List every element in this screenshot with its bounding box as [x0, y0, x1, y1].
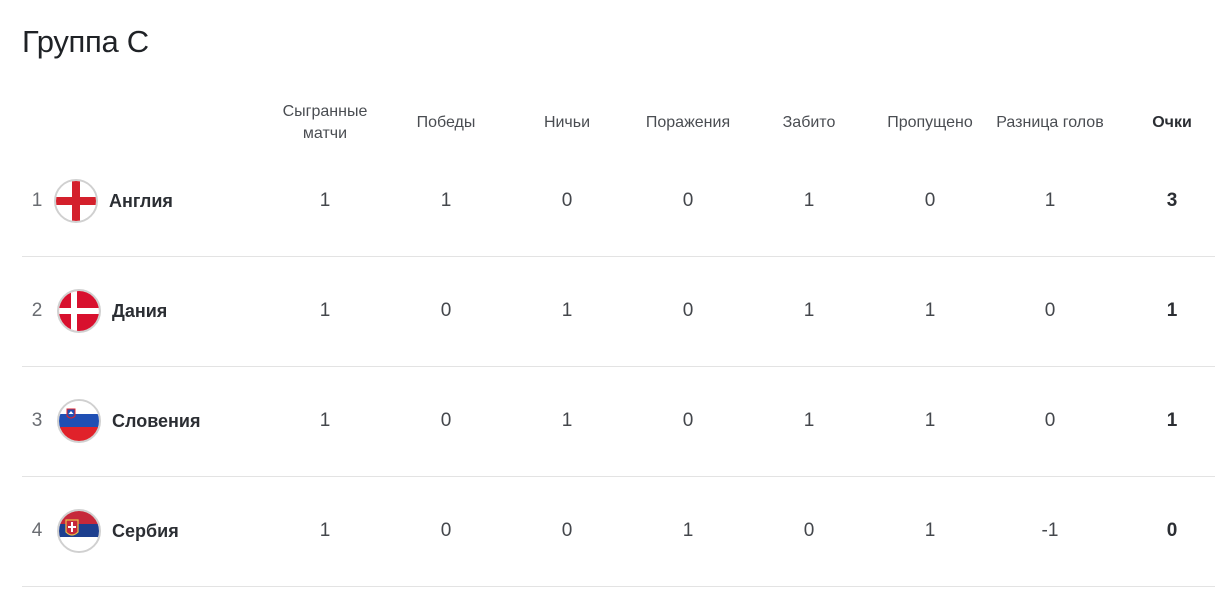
played-value: 1 [319, 520, 331, 541]
points-value: 1 [1166, 410, 1178, 431]
rank: 2 [31, 300, 43, 321]
wins-value: 0 [440, 300, 452, 321]
column-header-draws: Ничьи [543, 114, 591, 131]
points-value: 0 [1166, 520, 1178, 541]
table-row[interactable]: 3 Словения 1 0 1 0 1 1 0 1 [22, 366, 1215, 477]
slovenia-flag-icon [57, 399, 101, 443]
goal-diff-value: -1 [1041, 520, 1059, 541]
goal-diff-value: 0 [1044, 300, 1056, 321]
column-header-goals-for: Забито [782, 114, 836, 131]
losses-value: 0 [682, 190, 694, 211]
goals-against-value: 0 [924, 190, 936, 211]
rank: 3 [31, 410, 43, 431]
team-name[interactable]: Англия [109, 146, 173, 256]
england-flag-icon [54, 179, 98, 223]
wins-value: 0 [440, 410, 452, 431]
played-value: 1 [319, 190, 331, 211]
rank: 1 [31, 190, 43, 211]
wins-value: 1 [440, 190, 452, 211]
team-name[interactable]: Сербия [112, 476, 179, 586]
wins-value: 0 [440, 520, 452, 541]
column-header-goals-against: Пропущено [887, 114, 973, 131]
table-row[interactable]: 4 Сербия 1 0 0 1 0 1 -1 0 [22, 476, 1215, 587]
standings-header: Сыгранные матчи Победы Ничьи Поражения З… [0, 98, 1215, 148]
goals-against-value: 1 [924, 410, 936, 431]
column-header-losses: Поражения [645, 114, 731, 131]
table-row[interactable]: 2 Дания 1 0 1 0 1 1 0 1 [22, 256, 1215, 367]
denmark-flag-icon [57, 289, 101, 333]
serbia-flag-icon [57, 509, 101, 553]
table-row[interactable]: 1 Англия 1 1 0 0 1 0 1 3 [22, 146, 1215, 257]
goal-diff-value: 0 [1044, 410, 1056, 431]
losses-value: 0 [682, 300, 694, 321]
draws-value: 0 [561, 520, 573, 541]
points-value: 1 [1166, 300, 1178, 321]
losses-value: 1 [682, 520, 694, 541]
goals-for-value: 1 [803, 300, 815, 321]
column-header-wins: Победы [416, 114, 476, 131]
draws-value: 1 [561, 300, 573, 321]
points-value: 3 [1166, 190, 1178, 211]
losses-value: 0 [682, 410, 694, 431]
team-name[interactable]: Дания [112, 256, 167, 366]
rank: 4 [31, 520, 43, 541]
column-header-played: Сыгранные матчи [282, 103, 368, 142]
goals-for-value: 1 [803, 190, 815, 211]
draws-value: 1 [561, 410, 573, 431]
goals-against-value: 1 [924, 300, 936, 321]
goals-for-value: 0 [803, 520, 815, 541]
played-value: 1 [319, 300, 331, 321]
played-value: 1 [319, 410, 331, 431]
team-name[interactable]: Словения [112, 366, 200, 476]
goal-diff-value: 1 [1044, 190, 1056, 211]
goals-for-value: 1 [803, 410, 815, 431]
draws-value: 0 [561, 190, 573, 211]
goals-against-value: 1 [924, 520, 936, 541]
column-header-goal-diff: Разница голов [996, 114, 1104, 131]
group-title: Группа С [22, 24, 149, 59]
column-header-points: Очки [1152, 114, 1192, 131]
